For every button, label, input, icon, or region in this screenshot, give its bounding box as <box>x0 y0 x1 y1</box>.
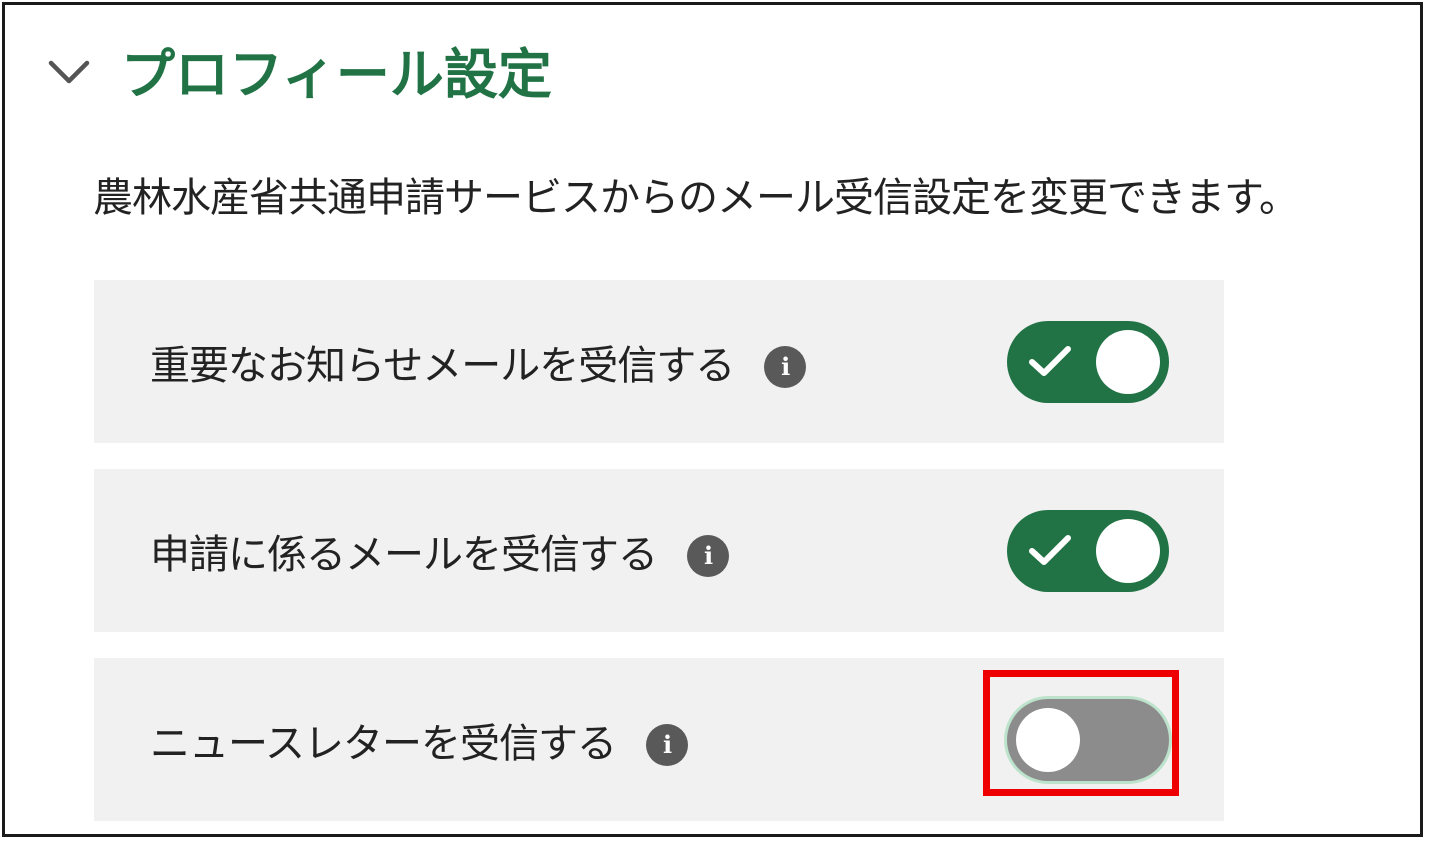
toggle-knob <box>1016 707 1080 772</box>
setting-row-newsletter: ニュースレターを受信する i <box>94 658 1224 821</box>
section-title: プロフィール設定 <box>121 42 552 106</box>
check-icon <box>1029 534 1071 565</box>
section-description: 農林水産省共通申請サービスからのメール受信設定を変更できます。 <box>93 175 1299 221</box>
section-header[interactable]: プロフィール設定 <box>43 33 552 106</box>
application-mail-toggle[interactable] <box>1007 509 1169 592</box>
info-icon[interactable]: i <box>646 723 688 766</box>
setting-label-container: ニュースレターを受信する i <box>150 711 688 769</box>
setting-row-application-mail: 申請に係るメールを受信する i <box>94 469 1224 632</box>
setting-row-important-notices: 重要なお知らせメールを受信する i <box>94 280 1224 443</box>
toggle-knob <box>1096 518 1160 583</box>
chevron-down-icon[interactable] <box>43 47 95 99</box>
setting-label: 申請に係るメールを受信する <box>150 531 658 578</box>
toggle-knob <box>1096 329 1160 394</box>
check-icon <box>1029 345 1071 376</box>
info-icon[interactable]: i <box>687 534 729 577</box>
setting-label-container: 重要なお知らせメールを受信する i <box>150 333 807 391</box>
newsletter-toggle[interactable] <box>1007 698 1169 781</box>
profile-settings-panel: プロフィール設定 農林水産省共通申請サービスからのメール受信設定を変更できます。… <box>2 2 1423 837</box>
info-icon[interactable]: i <box>764 345 807 388</box>
important-notices-toggle[interactable] <box>1007 320 1169 403</box>
setting-label: ニュースレターを受信する <box>150 720 617 767</box>
setting-label-container: 申請に係るメールを受信する i <box>150 522 729 580</box>
setting-label: 重要なお知らせメールを受信する <box>150 342 735 389</box>
